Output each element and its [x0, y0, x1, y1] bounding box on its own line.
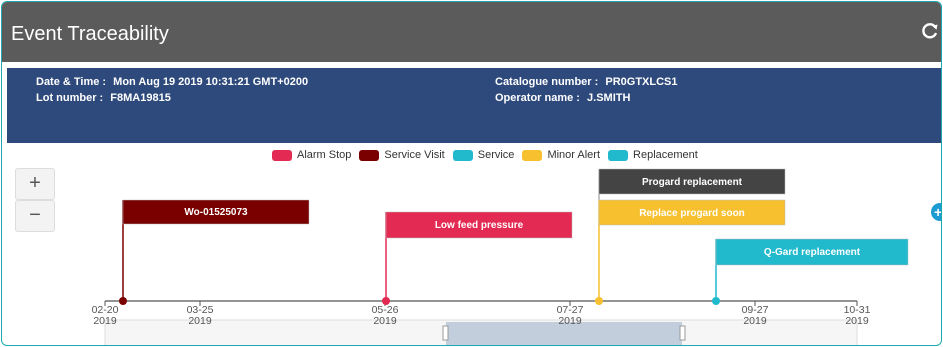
tick-year: 2019 [93, 315, 117, 327]
tick-year: 2019 [373, 315, 397, 327]
axis-tick-09-27: 09-27 2019 [742, 301, 769, 327]
event-label: Progard replacement [642, 177, 743, 188]
tick-year: 2019 [188, 315, 212, 327]
event-marker[interactable] [119, 297, 127, 305]
event-flag-progard-replacement[interactable]: Progard replacement [598, 168, 786, 301]
event-traceability-panel: Event Traceability Date & Time : Mon Aug… [1, 1, 942, 346]
expand-button[interactable]: + [931, 203, 941, 221]
tick-year: 2019 [558, 315, 582, 327]
event-flag-alarm-stop[interactable]: Low feed pressure [382, 211, 573, 305]
axis-tick-10-31: 10-31 2019 [844, 301, 871, 327]
tick-year: 2019 [845, 315, 869, 327]
event-label: Wo-01525073 [184, 207, 248, 218]
axis-tick-07-27: 07-27 2019 [557, 301, 584, 327]
axis-tick-02-20: 02-20 2019 [92, 301, 119, 327]
event-flag-service-visit[interactable]: Wo-01525073 [119, 199, 310, 305]
range-handle-left[interactable] [442, 325, 449, 341]
event-timeline: 02-20 2019 03-25 2019 05-26 2019 07-27 2… [92, 168, 909, 345]
event-marker[interactable] [712, 297, 720, 305]
event-flag-qgard-replacement[interactable]: Q-Gard replacement [712, 238, 909, 305]
axis-tick-03-25: 03-25 2019 [187, 301, 214, 327]
event-label: Q-Gard replacement [764, 247, 861, 258]
event-label: Replace progard soon [639, 208, 745, 219]
axis-tick-05-26: 05-26 2019 [372, 301, 399, 327]
event-marker[interactable] [595, 297, 603, 305]
event-marker[interactable] [382, 297, 390, 305]
range-handle-right[interactable] [679, 325, 686, 341]
event-label: Low feed pressure [435, 220, 524, 231]
tick-year: 2019 [743, 315, 767, 327]
